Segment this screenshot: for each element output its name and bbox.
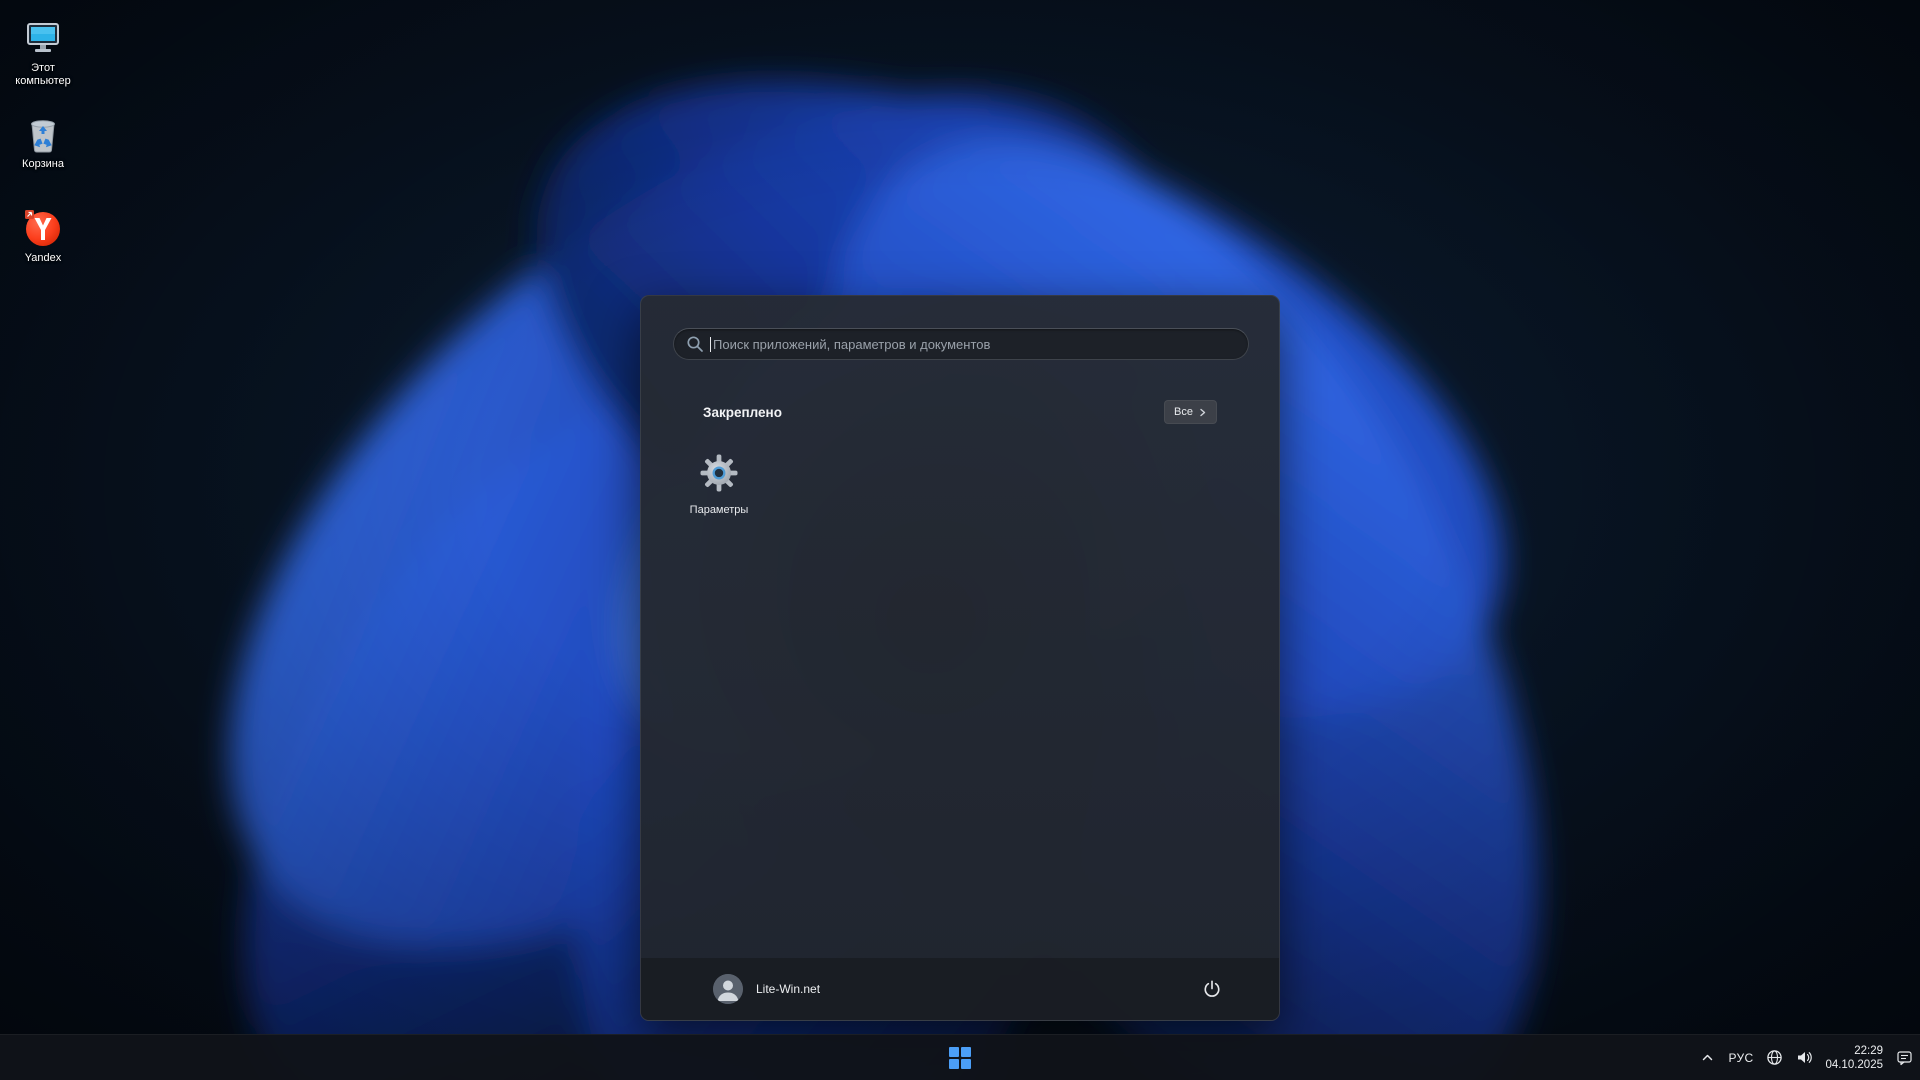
network-indicator[interactable] bbox=[1760, 1039, 1788, 1077]
clock[interactable]: 22:29 04.10.2025 bbox=[1820, 1039, 1888, 1077]
desktop-icon-label: Корзина bbox=[22, 158, 64, 170]
app-tile-settings[interactable]: Параметры bbox=[671, 444, 767, 528]
start-search-box[interactable] bbox=[673, 328, 1249, 360]
language-indicator[interactable]: РУС bbox=[1724, 1039, 1759, 1077]
system-tray: РУС 22:29 04.10.2025 bbox=[1694, 1035, 1919, 1080]
power-icon bbox=[1204, 980, 1220, 997]
start-menu: Закреплено Все bbox=[640, 295, 1280, 1021]
notification-center-button[interactable] bbox=[1890, 1039, 1918, 1077]
desktop-icon-label: Yandex bbox=[24, 252, 62, 264]
pinned-section-header: Закреплено Все bbox=[703, 399, 1217, 425]
recycle-bin-icon bbox=[26, 114, 60, 154]
text-caret bbox=[710, 336, 711, 352]
settings-gear-icon bbox=[700, 454, 738, 497]
start-menu-footer: Lite-Win.net bbox=[641, 958, 1279, 1020]
all-apps-button[interactable]: Все bbox=[1164, 400, 1217, 424]
chevron-right-icon bbox=[1200, 408, 1206, 416]
taskbar: РУС 22:29 04.10.2025 bbox=[0, 1034, 1920, 1080]
speaker-icon bbox=[1797, 1052, 1812, 1063]
desktop-icon-recycle-bin[interactable]: Корзина bbox=[3, 110, 83, 175]
power-button[interactable] bbox=[1193, 970, 1231, 1008]
windows-logo-icon bbox=[949, 1046, 971, 1069]
user-name-label: Lite-Win.net bbox=[756, 982, 821, 996]
user-avatar-icon bbox=[713, 974, 743, 1004]
notification-icon bbox=[1896, 1051, 1912, 1066]
pinned-app-grid: Параметры bbox=[671, 444, 767, 528]
this-pc-icon bbox=[24, 18, 62, 58]
desktop-icon-this-pc[interactable]: Этот компьютер bbox=[3, 14, 83, 92]
desktop-icon-yandex[interactable]: Yandex bbox=[3, 204, 83, 269]
language-label: РУС bbox=[1728, 1050, 1754, 1065]
yandex-browser-icon bbox=[23, 208, 63, 248]
clock-time: 22:29 bbox=[1854, 1044, 1883, 1057]
all-apps-label: Все bbox=[1174, 406, 1193, 418]
taskbar-center bbox=[938, 1038, 982, 1078]
tray-overflow-button[interactable] bbox=[1694, 1039, 1722, 1077]
desktop-icon-label: Этот компьютер bbox=[15, 62, 71, 87]
volume-indicator[interactable] bbox=[1790, 1039, 1818, 1077]
globe-network-icon bbox=[1767, 1050, 1782, 1065]
start-search-input[interactable] bbox=[713, 336, 1236, 352]
pinned-title: Закреплено bbox=[703, 404, 782, 420]
chevron-up-icon bbox=[1702, 1054, 1713, 1061]
search-icon bbox=[686, 335, 704, 353]
start-button[interactable] bbox=[938, 1038, 982, 1078]
clock-date: 04.10.2025 bbox=[1825, 1058, 1883, 1071]
app-label-settings: Параметры bbox=[689, 504, 749, 516]
user-account-button[interactable]: Lite-Win.net bbox=[703, 968, 830, 1010]
